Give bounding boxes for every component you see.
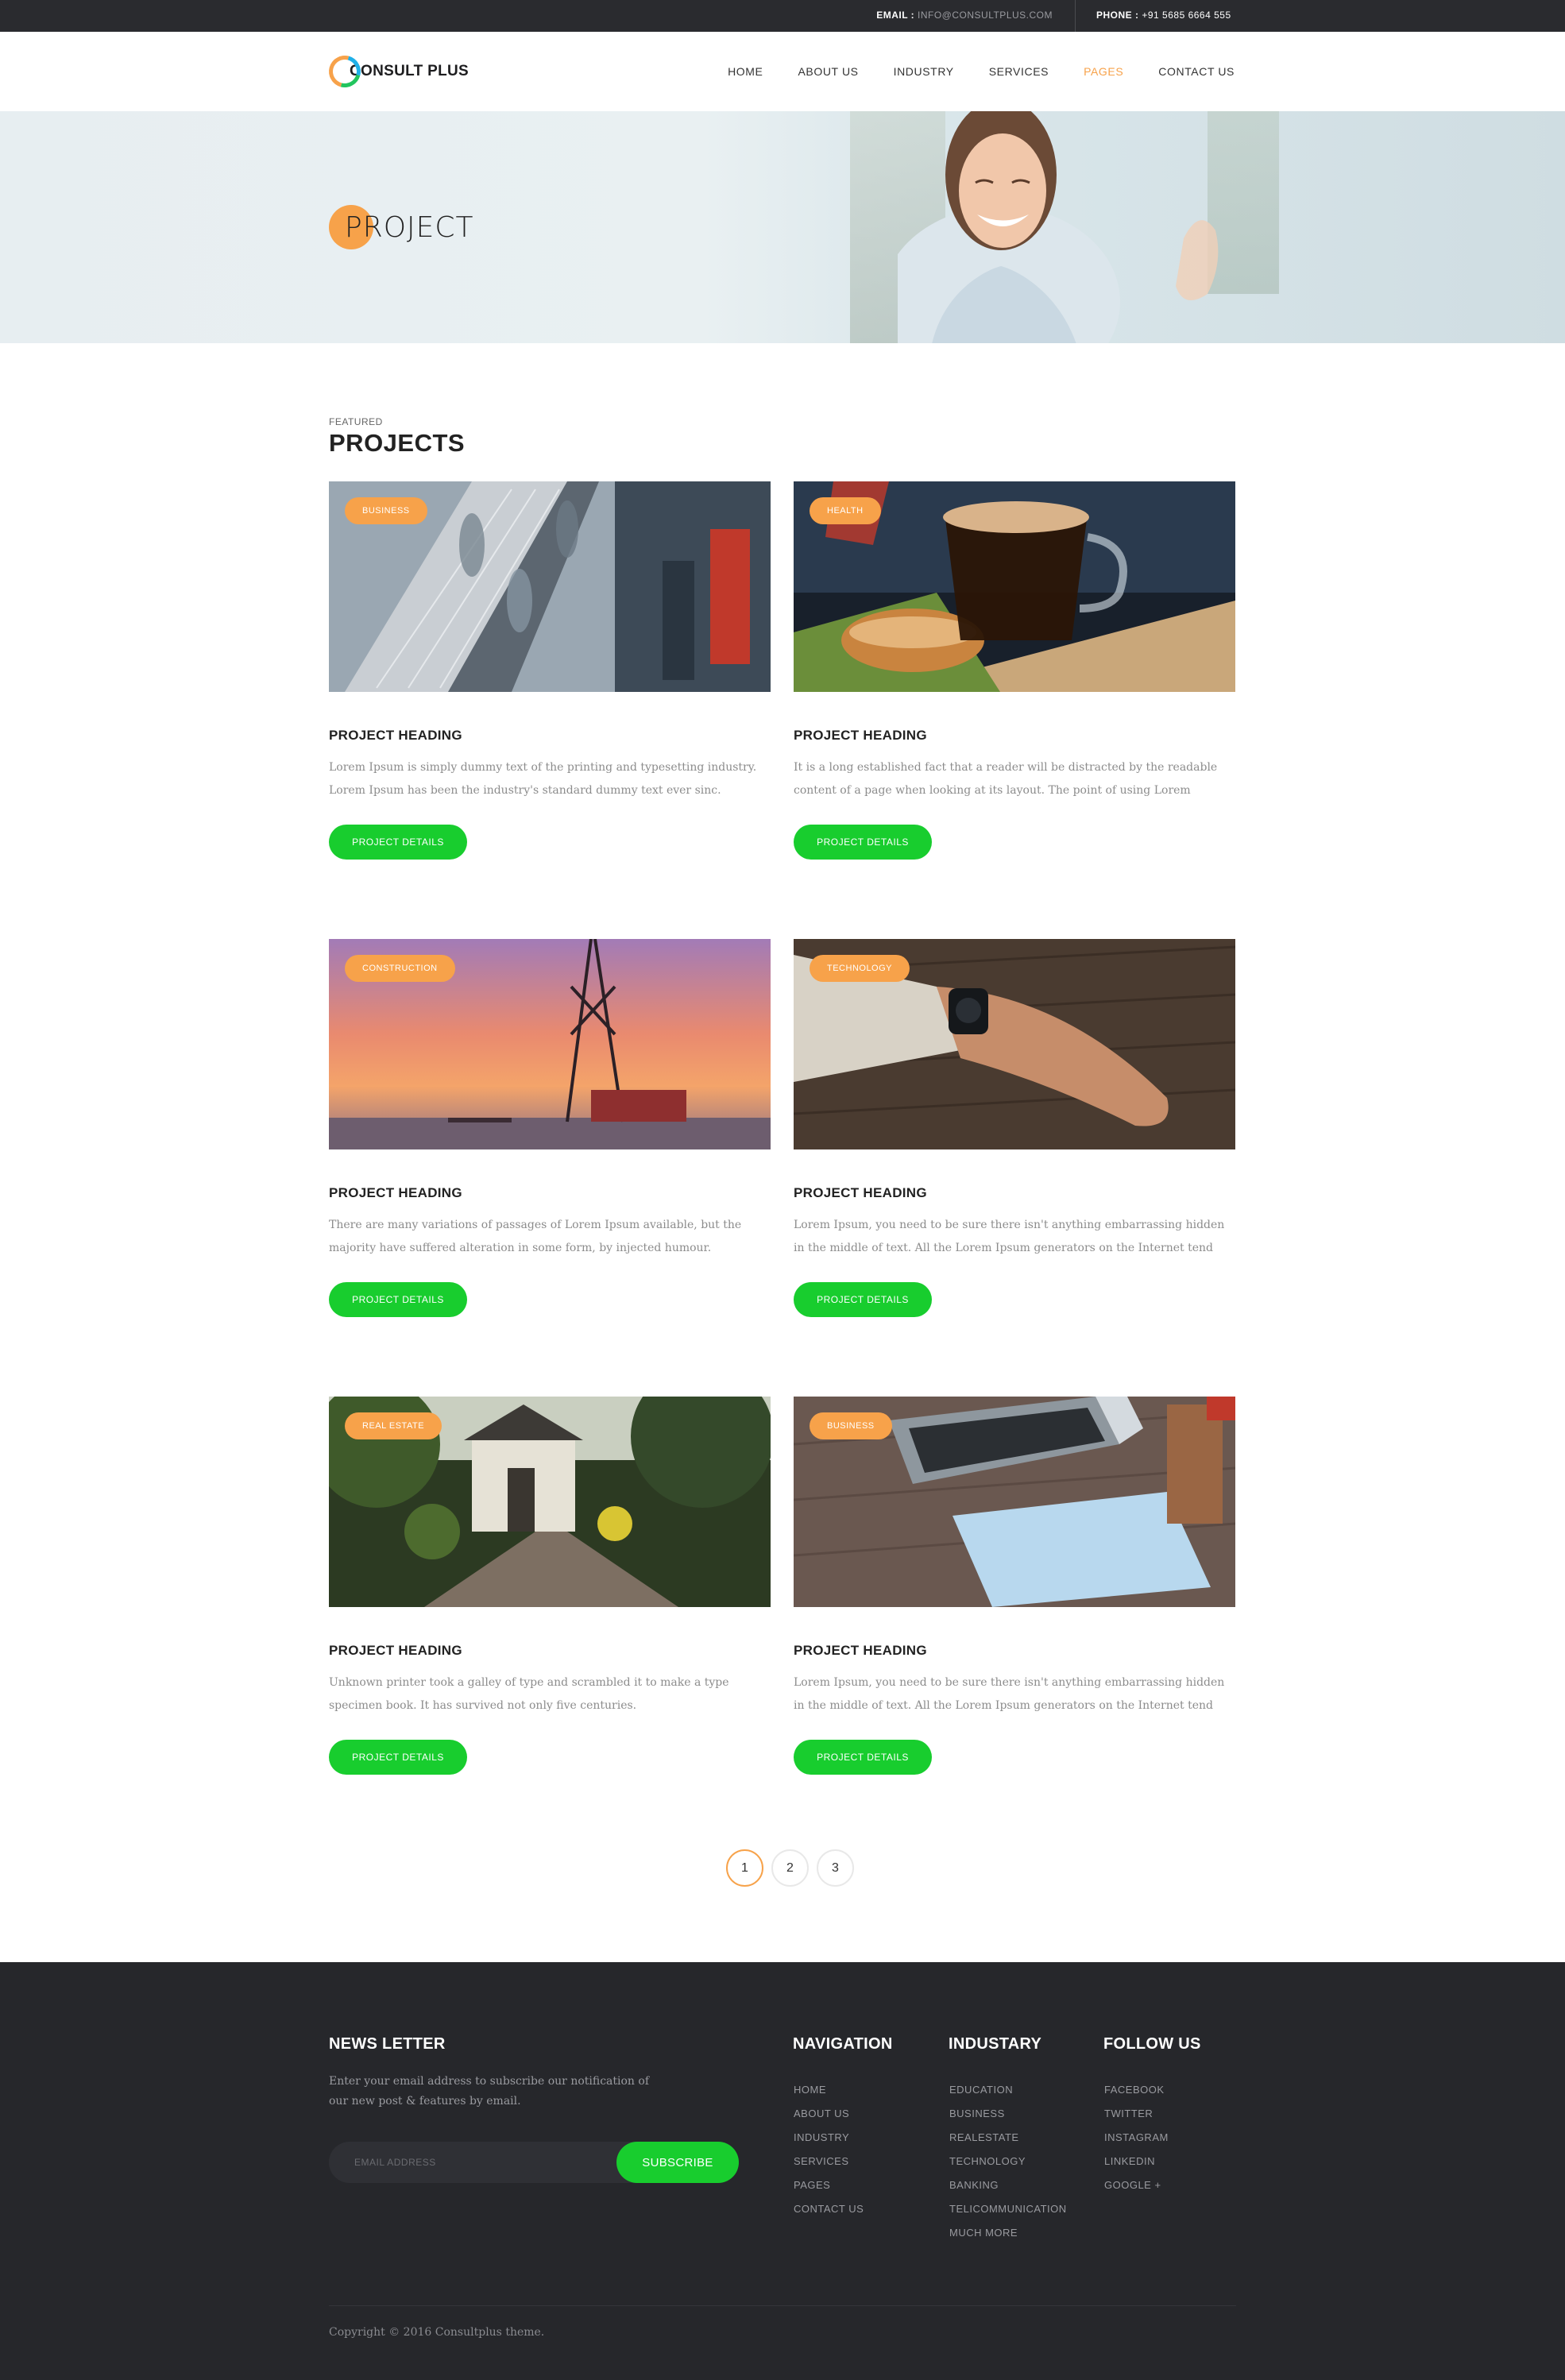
nav-home[interactable]: HOME (728, 65, 763, 78)
project-text: Lorem Ipsum, you need to be sure there i… (794, 1219, 1225, 1254)
project-card: REAL ESTATE PROJECT HEADING Unknown prin… (329, 1397, 771, 1775)
logo[interactable]: CONSULT PLUS (323, 49, 469, 94)
project-image[interactable]: BUSINESS (794, 1397, 1235, 1607)
footer-industry-much-more[interactable]: MUCH MORE (949, 2221, 1067, 2245)
nav-industry[interactable]: INDUSTRY (894, 65, 954, 78)
top-bar: EMAIL : INFO@CONSULTPLUS.COM PHONE : +91… (0, 0, 1565, 32)
project-details-button[interactable]: PROJECT DETAILS (794, 825, 932, 860)
navigation-title: NAVIGATION (793, 2035, 893, 2053)
section-title: PROJECTS (329, 429, 466, 457)
project-badge: BUSINESS (345, 497, 427, 524)
hero-title-block: PROJECT (329, 205, 474, 249)
project-heading: PROJECT HEADING (794, 1643, 927, 1658)
project-details-button[interactable]: PROJECT DETAILS (329, 1282, 467, 1317)
project-card: BUSINESS PROJECT HEADING Lorem Ipsum is … (329, 481, 771, 860)
phone-value[interactable]: +91 5685 6664 555 (1142, 10, 1231, 21)
page-1-button[interactable]: 1 (726, 1849, 763, 1887)
page-3-button[interactable]: 3 (817, 1849, 854, 1887)
project-text: There are many variations of passages of… (329, 1219, 742, 1254)
newsletter-text: Enter your email address to subscribe ou… (329, 2075, 649, 2108)
footer-follow-facebook[interactable]: FACEBOOK (1104, 2078, 1169, 2102)
footer-nav-pages[interactable]: PAGES (794, 2173, 864, 2197)
project-card: TECHNOLOGY PROJECT HEADING Lorem Ipsum, … (794, 939, 1235, 1317)
logo-ring-icon (323, 49, 367, 94)
footer-nav-industry[interactable]: INDUSTRY (794, 2126, 864, 2150)
project-text: Lorem Ipsum, you need to be sure there i… (794, 1676, 1225, 1712)
footer-nav-about-us[interactable]: ABOUT US (794, 2102, 864, 2126)
footer-industry-education[interactable]: EDUCATION (949, 2078, 1067, 2102)
project-details-button[interactable]: PROJECT DETAILS (794, 1740, 932, 1775)
project-image[interactable]: REAL ESTATE (329, 1397, 771, 1607)
project-details-button[interactable]: PROJECT DETAILS (329, 825, 467, 860)
nav-services[interactable]: SERVICES (989, 65, 1049, 78)
footer-follow-twitter[interactable]: TWITTER (1104, 2102, 1169, 2126)
footer-nav-services[interactable]: SERVICES (794, 2150, 864, 2173)
project-details-button[interactable]: PROJECT DETAILS (329, 1740, 467, 1775)
topbar-divider (1075, 0, 1076, 32)
site-footer: NEWS LETTER Enter your email address to … (0, 1962, 1565, 2380)
nav-about-us[interactable]: ABOUT US (798, 65, 858, 78)
email-label: EMAIL : (876, 10, 915, 21)
hero-title: PROJECT (345, 211, 474, 244)
footer-industry-technology[interactable]: TECHNOLOGY (949, 2150, 1067, 2173)
project-badge: HEALTH (810, 497, 881, 524)
project-heading: PROJECT HEADING (329, 1643, 462, 1658)
follow-title: FOLLOW US (1103, 2035, 1201, 2053)
industry-title: INDUSTARY (949, 2035, 1042, 2053)
project-heading: PROJECT HEADING (329, 728, 462, 743)
project-text: Unknown printer took a galley of type an… (329, 1676, 729, 1712)
site-header: CONSULT PLUS HOME ABOUT US INDUSTRY SERV… (0, 32, 1565, 111)
pagination: 1 2 3 (726, 1849, 854, 1887)
footer-industry-business[interactable]: BUSINESS (949, 2102, 1067, 2126)
project-text: Lorem Ipsum is simply dummy text of the … (329, 761, 757, 797)
project-image[interactable]: HEALTH (794, 481, 1235, 692)
footer-industry-telicommunication[interactable]: TELICOMMUNICATION (949, 2197, 1067, 2221)
project-image[interactable]: CONSTRUCTION (329, 939, 771, 1149)
project-badge: CONSTRUCTION (345, 955, 455, 982)
email-value[interactable]: INFO@CONSULTPLUS.COM (918, 10, 1053, 21)
newsletter-title: NEWS LETTER (329, 2035, 446, 2053)
footer-divider (329, 2305, 1236, 2306)
project-badge: TECHNOLOGY (810, 955, 910, 982)
footer-industry-banking[interactable]: BANKING (949, 2173, 1067, 2197)
page-2-button[interactable]: 2 (771, 1849, 809, 1887)
topbar-phone: PHONE : +91 5685 6664 555 (1096, 0, 1231, 32)
phone-label: PHONE : (1096, 10, 1139, 21)
project-image[interactable]: BUSINESS (329, 481, 771, 692)
project-card: CONSTRUCTION PROJECT HEADING There are m… (329, 939, 771, 1317)
hero-person-image (898, 111, 1219, 343)
footer-nav-contact-us[interactable]: CONTACT US (794, 2197, 864, 2221)
nav-pages[interactable]: PAGES (1084, 65, 1123, 78)
project-badge: BUSINESS (810, 1412, 892, 1439)
subscribe-button[interactable]: SUBSCRIBE (616, 2142, 739, 2183)
project-heading: PROJECT HEADING (794, 728, 927, 743)
project-heading: PROJECT HEADING (794, 1185, 927, 1200)
hero-banner: PROJECT (0, 111, 1565, 343)
topbar-email: EMAIL : INFO@CONSULTPLUS.COM (876, 0, 1053, 32)
section-kicker: FEATURED (329, 416, 383, 427)
footer-industry-list: EDUCATION BUSINESS REALESTATE TECHNOLOGY… (949, 2078, 1067, 2245)
footer-follow-linkedin[interactable]: LINKEDIN (1104, 2150, 1169, 2173)
project-card: BUSINESS PROJECT HEADING Lorem Ipsum, yo… (794, 1397, 1235, 1775)
footer-follow-list: FACEBOOK TWITTER INSTAGRAM LINKEDIN GOOG… (1104, 2078, 1169, 2197)
nav-contact-us[interactable]: CONTACT US (1158, 65, 1235, 78)
footer-nav-home[interactable]: HOME (794, 2078, 864, 2102)
project-heading: PROJECT HEADING (329, 1185, 462, 1200)
project-badge: REAL ESTATE (345, 1412, 442, 1439)
footer-follow-google-plus[interactable]: GOOGLE + (1104, 2173, 1169, 2197)
project-card: HEALTH PROJECT HEADING It is a long esta… (794, 481, 1235, 860)
project-text: It is a long established fact that a rea… (794, 761, 1218, 797)
main-nav: HOME ABOUT US INDUSTRY SERVICES PAGES CO… (728, 32, 1235, 111)
copyright: Copyright © 2016 Consultplus theme. (329, 2326, 545, 2339)
footer-industry-realestate[interactable]: REALESTATE (949, 2126, 1067, 2150)
footer-navigation-list: HOME ABOUT US INDUSTRY SERVICES PAGES CO… (794, 2078, 864, 2221)
project-image[interactable]: TECHNOLOGY (794, 939, 1235, 1149)
footer-follow-instagram[interactable]: INSTAGRAM (1104, 2126, 1169, 2150)
logo-text: CONSULT PLUS (350, 63, 469, 79)
project-details-button[interactable]: PROJECT DETAILS (794, 1282, 932, 1317)
